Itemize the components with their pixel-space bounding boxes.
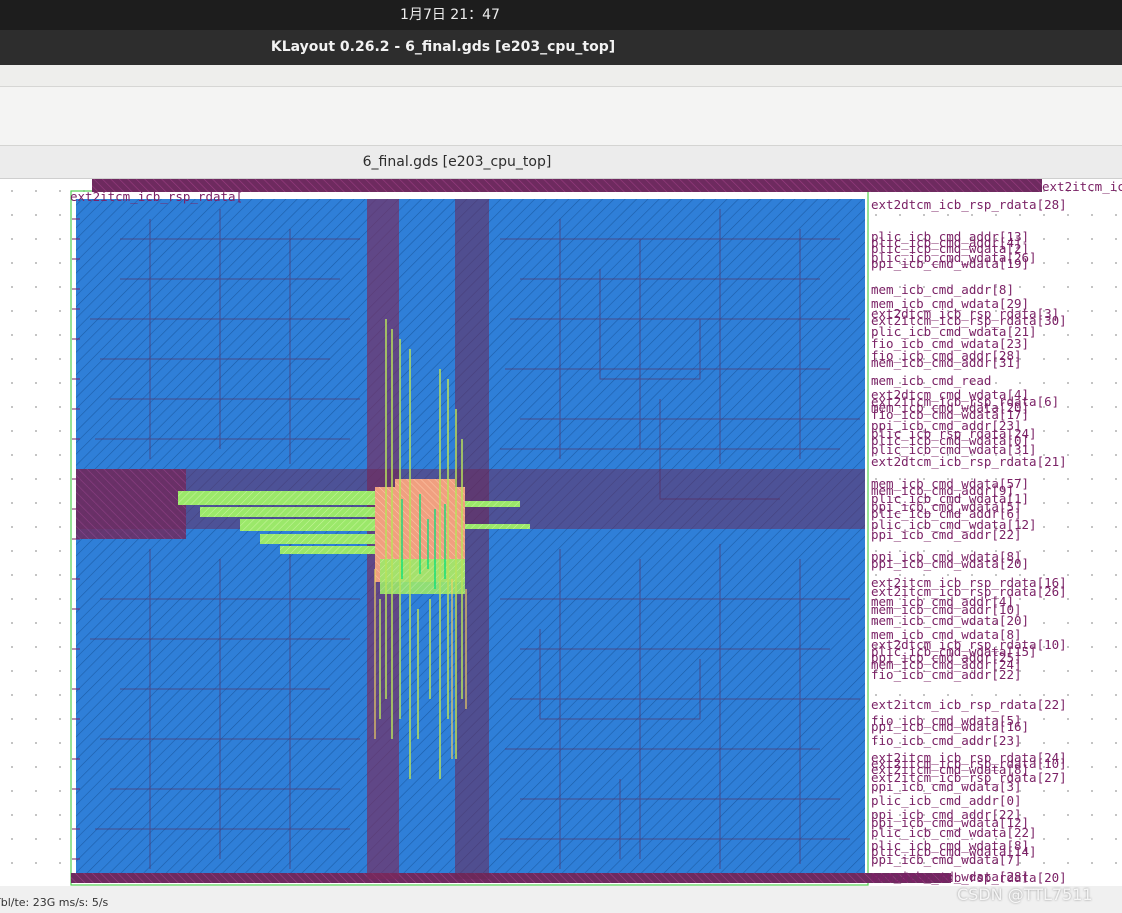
window-title-bar[interactable]: KLayout 0.26.2 - 6_final.gds [e203_cpu_t… (0, 30, 1122, 65)
left-dense-region (76, 469, 186, 539)
tab-layout-file[interactable]: 6_final.gds [e203_cpu_top] (0, 146, 914, 178)
pin-label: ext2itcm_icb_rsp_rdata[22] (871, 697, 1067, 712)
pin-label: ppi_icb_cmd_wdata[16] (871, 719, 1030, 734)
pin-label: mem_icb_cmd_read (871, 373, 992, 388)
pin-label: ppi_icb_cmd_addr[22] (871, 527, 1022, 542)
toolbar (0, 87, 1122, 146)
menu-bar (0, 65, 1122, 87)
top-left-pin-label: ext2itcm_icb_rsp_rdata[ (70, 189, 243, 204)
pin-label: plic_icb_cmd_addr[0] (871, 793, 1022, 808)
pin-label: ppi_icb_cmd_wdata[7] (871, 852, 1022, 867)
pin-label: mem_icb_cmd_addr[31] (871, 355, 1022, 370)
pin-label: ppi_icb_cmd_wdata[3] (871, 779, 1022, 794)
pin-label: ppi_icb_cmd_wdata[20] (871, 556, 1030, 571)
pin-label: ppi_icb_cmd_wdata[19] (871, 256, 1030, 271)
pin-label: fio_icb_cmd_addr[23] (871, 733, 1022, 748)
system-top-bar: 1月7日 21：47 (0, 0, 1122, 30)
pin-label: ext2dtcm_icb_rsp_rdata[21] (871, 454, 1067, 469)
top-edge-pin-label: ext2itcm_icb_rsp_rdata[7] (1042, 179, 1122, 194)
status-text: Tbl/te: 23G ms/s: 5/s (0, 896, 109, 909)
tab-bar: 6_final.gds [e203_cpu_top] (0, 146, 1122, 179)
bottom-pin-label: ext2dtcm_icb_rsp_rdata[20] (871, 870, 1067, 885)
pin-label: mem_icb_cmd_wdata[20] (871, 613, 1030, 628)
window-title: KLayout 0.26.2 - 6_final.gds [e203_cpu_t… (270, 39, 616, 55)
bottom-pin-strip (71, 873, 951, 883)
pin-label: fio_icb_cmd_addr[22] (871, 667, 1022, 682)
pin-label: mem_icb_cmd_addr[8] (871, 282, 1014, 297)
layout-canvas[interactable]: ext2itcm_icb_rsp_rdata[7] ext2itcm_icb_r… (0, 179, 1122, 886)
system-clock[interactable]: 1月7日 21：47 (0, 0, 900, 30)
status-bar: Tbl/te: 23G ms/s: 5/s (0, 886, 1122, 913)
pin-label: ext2dtcm_icb_rsp_rdata[28] (871, 197, 1067, 212)
watermark: CSDN @TTL7511 (957, 885, 1093, 904)
